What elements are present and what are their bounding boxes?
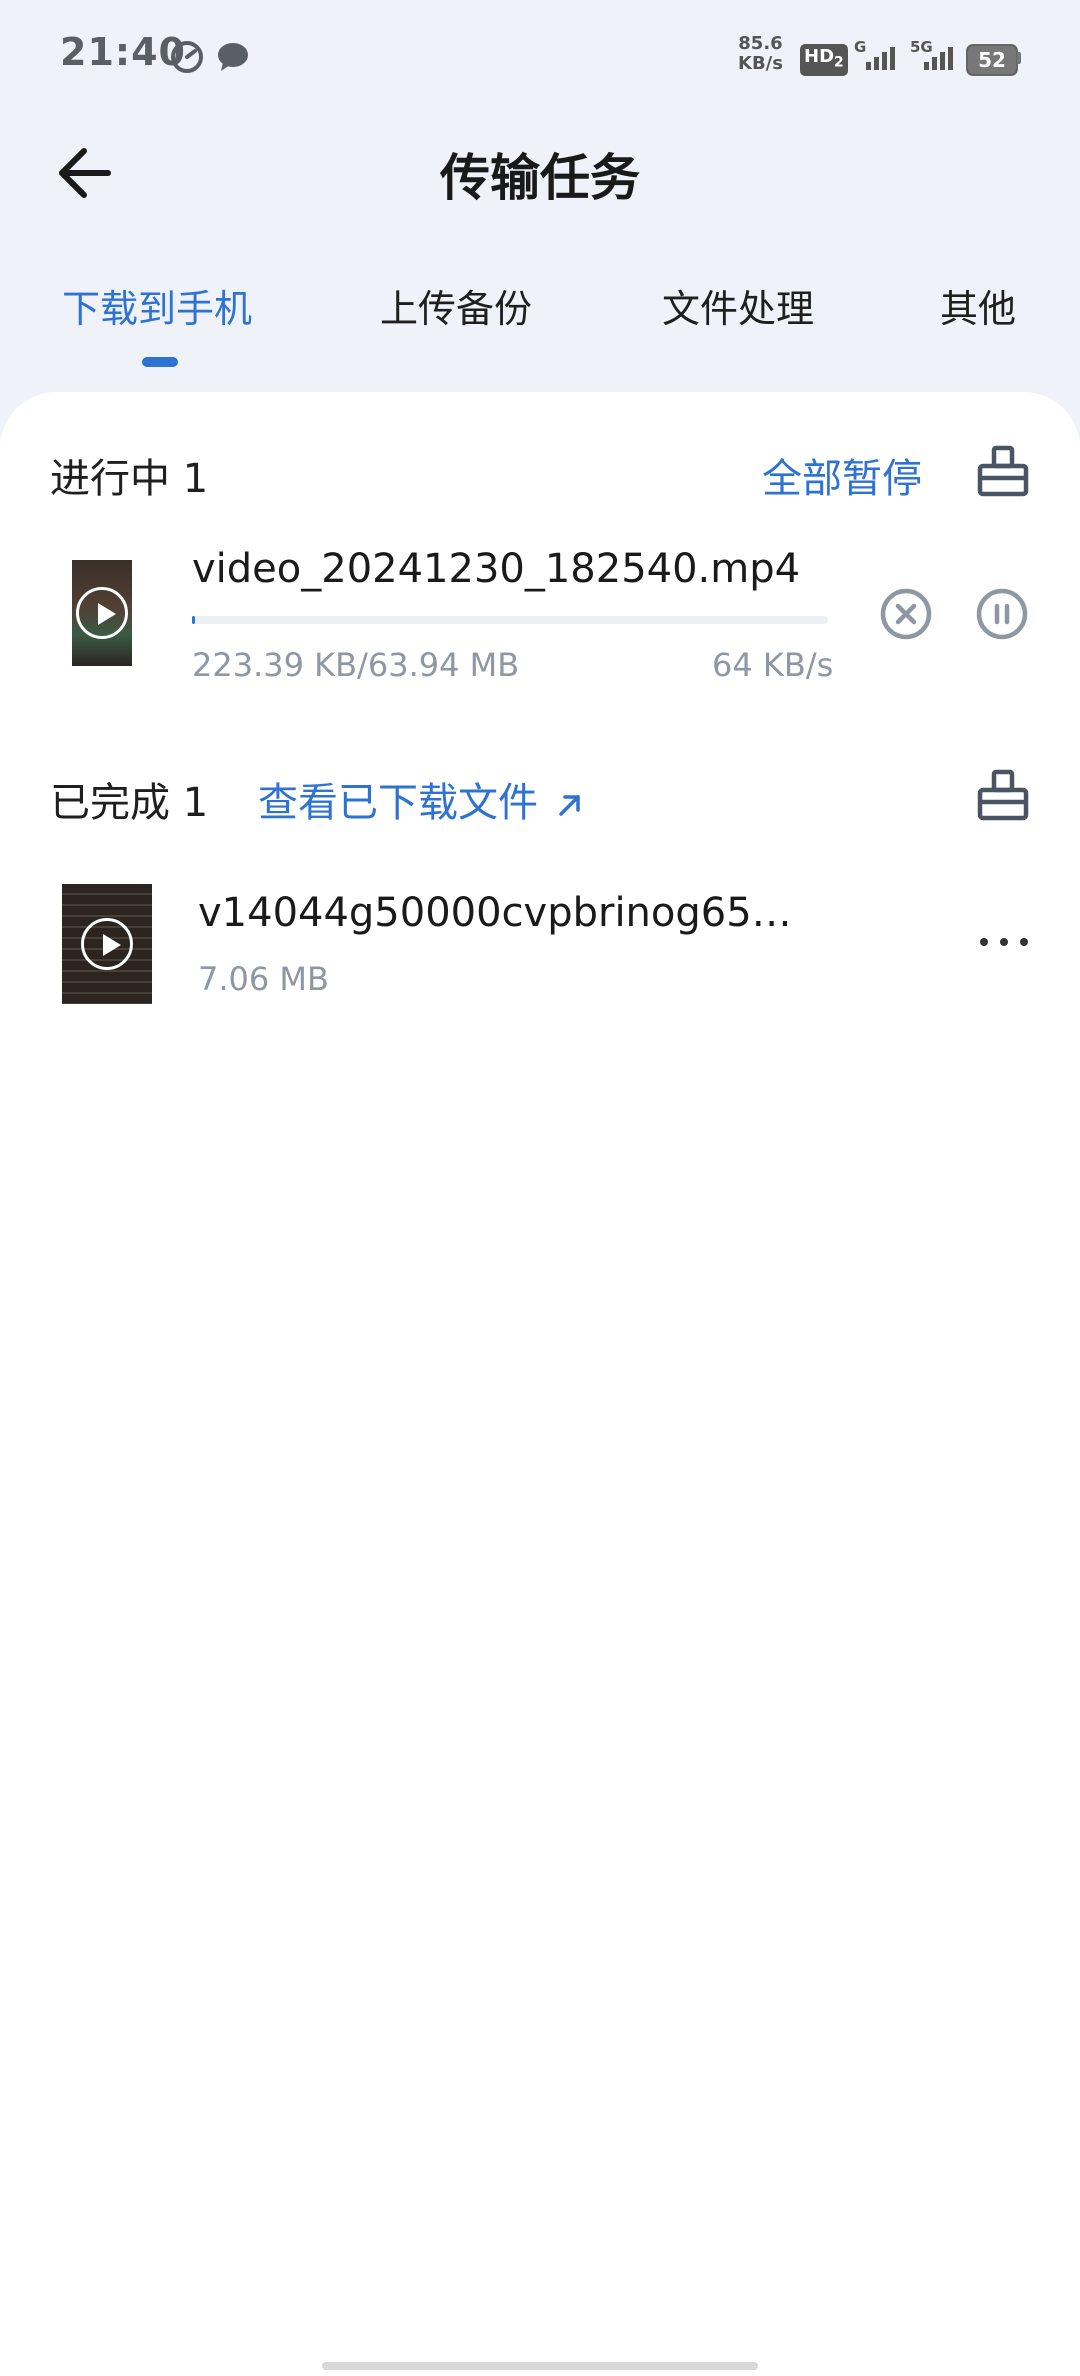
pause-icon[interactable] [975, 587, 1029, 641]
external-arrow-icon [558, 795, 580, 816]
download-speed: 64 KB/s [712, 646, 834, 684]
view-downloaded-files-label: 查看已下载文件 [258, 780, 538, 826]
view-downloaded-files-link[interactable]: 查看已下载文件 [258, 770, 585, 828]
clear-broom-icon[interactable] [974, 442, 1032, 500]
page-title: 传输任务 [440, 149, 640, 207]
hd-sub: 2 [834, 54, 844, 71]
home-indicator [322, 2362, 758, 2370]
download-progress-bar [192, 616, 828, 624]
video-thumbnail[interactable] [72, 560, 132, 666]
play-icon [81, 918, 133, 970]
more-options-icon[interactable] [980, 938, 1030, 948]
battery-tip [1017, 52, 1021, 64]
progress-text: 223.39 KB/63.94 MB [192, 646, 520, 684]
network-speed: 85.6 KB/s [738, 34, 783, 74]
pause-all-button[interactable]: 全部暂停 [762, 446, 922, 504]
hd-label: HD [804, 46, 835, 67]
play-icon [76, 587, 128, 639]
cancel-icon[interactable] [879, 587, 933, 641]
network-speed-value: 85.6 [738, 33, 783, 54]
tab-file-processing[interactable]: 文件处理 [662, 278, 814, 333]
tab-upload-backup[interactable]: 上传备份 [380, 278, 532, 333]
file-name: v14044g50000cvpbrinog65… [198, 890, 792, 936]
signal-5g-icon: 5G [910, 38, 960, 72]
completed-title: 已完成 1 [50, 780, 209, 826]
battery-icon: 52 [966, 44, 1018, 76]
file-size: 7.06 MB [198, 960, 329, 998]
hd-badge: HD2 [800, 44, 848, 76]
status-bar: 21:40 85.6 KB/s HD2 G 5G 52 [0, 0, 1080, 110]
network-speed-unit: KB/s [738, 53, 783, 74]
signal-icon: G [852, 38, 902, 72]
transfer-list-card [0, 392, 1080, 2376]
battery-level: 52 [978, 48, 1006, 72]
clear-broom-icon[interactable] [974, 766, 1032, 824]
video-thumbnail[interactable] [62, 884, 152, 1004]
tab-other[interactable]: 其他 [940, 278, 1016, 333]
in-progress-title: 进行中 1 [50, 456, 209, 502]
speed-gauge-icon [171, 41, 203, 73]
chat-bubble-icon [218, 43, 248, 71]
file-name: video_20241230_182540.mp4 [192, 546, 801, 592]
tab-download-to-phone[interactable]: 下载到手机 [62, 278, 252, 333]
tab-indicator [142, 357, 178, 367]
progress-fill [192, 616, 196, 624]
status-time: 21:40 [60, 30, 186, 74]
